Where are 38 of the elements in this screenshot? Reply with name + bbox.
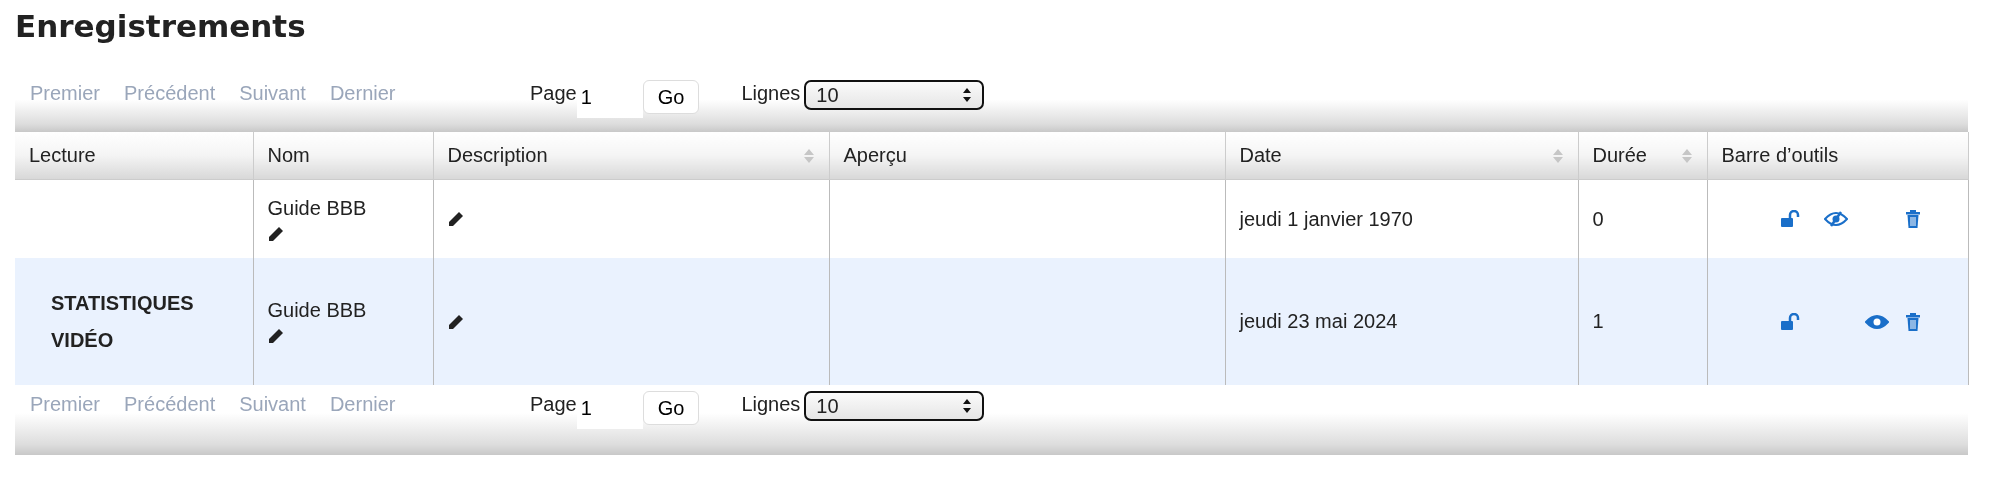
rows-select[interactable]: 10 <box>804 80 985 110</box>
rows-label: Lignes <box>741 82 801 105</box>
recording-name: Guide BBB <box>267 196 368 220</box>
selected-row[interactable]: STATISTIQUES VIDÉO Guide BBB jeudi 23 mai 2024 1 <box>15 258 1968 385</box>
eye-slash-icon[interactable] <box>1823 211 1848 227</box>
table-cell: jeudi 1 janvier 1970 <box>1225 179 1578 258</box>
recording-name: Guide BBB <box>267 299 368 322</box>
trash-icon[interactable] <box>1904 311 1921 332</box>
page-title: Enregistrements <box>15 7 307 46</box>
column-header[interactable]: Date <box>1225 132 1578 180</box>
table-cell: 1 <box>1578 258 1707 385</box>
trash-icon[interactable] <box>1904 209 1921 229</box>
pencil-icon[interactable] <box>267 328 284 344</box>
column-header[interactable]: Aperçu <box>829 132 1225 180</box>
eye-icon[interactable] <box>1864 313 1889 330</box>
page-label: Page <box>530 82 577 105</box>
pencil-icon[interactable] <box>447 313 464 330</box>
column-header[interactable]: Lecture <box>15 132 253 180</box>
unlock-icon[interactable] <box>1779 210 1800 228</box>
pencil-icon[interactable] <box>447 211 464 227</box>
go-button[interactable]: Go <box>642 391 700 425</box>
rows-label: Lignes <box>741 393 801 416</box>
updown-icon <box>962 87 973 103</box>
pencil-icon[interactable] <box>267 225 284 242</box>
unlock-icon[interactable] <box>1779 312 1800 331</box>
rows-select[interactable]: 10 <box>804 391 985 421</box>
table-cell: 0 <box>1578 179 1707 258</box>
table-row[interactable]: Guide BBB jeudi 1 janvier 1970 0 <box>15 179 1968 258</box>
go-button[interactable]: Go <box>642 80 700 114</box>
column-header[interactable]: Barre d’outils <box>1707 132 1968 180</box>
column-header[interactable]: Nom <box>253 132 433 180</box>
playback-link[interactable]: STATISTIQUES <box>51 291 239 315</box>
page-label: Page <box>530 393 577 416</box>
updown-icon <box>962 398 973 414</box>
column-header[interactable]: Description <box>433 132 829 180</box>
column-header[interactable]: Durée <box>1578 132 1707 180</box>
table-cell: jeudi 23 mai 2024 <box>1225 258 1578 385</box>
playback-link[interactable]: VIDÉO <box>51 328 239 352</box>
